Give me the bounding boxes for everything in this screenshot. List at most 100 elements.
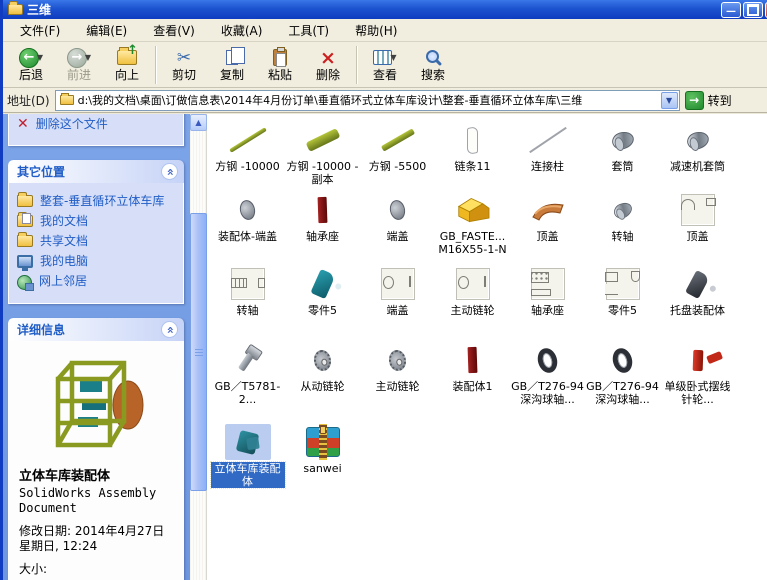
views-button[interactable]: ▼ 查看: [361, 43, 409, 87]
menu-help[interactable]: 帮助(H): [342, 19, 410, 42]
delete-file-task[interactable]: ✕ 删除这个文件: [17, 114, 177, 135]
file-grid: 方钢 -10000 方钢 -10000 - 副本 方钢 -5500 链条11 连…: [209, 118, 735, 506]
file-item-selected[interactable]: 立体车库装配体: [209, 420, 286, 506]
square-steel-bar-icon: [380, 128, 415, 152]
file-item[interactable]: 轴承座: [510, 262, 585, 338]
title-bar[interactable]: 三维 — ✕: [3, 0, 767, 19]
vertical-scrollbar[interactable]: ▲ ▼: [190, 114, 207, 580]
sleeve-cylinder-icon: [609, 128, 636, 152]
my-documents-icon: [17, 212, 33, 227]
file-item[interactable]: 装配体-端盖: [210, 188, 285, 262]
square-steel-bar-icon: [228, 127, 267, 153]
details-file-type: SolidWorks Assembly Document: [19, 486, 157, 515]
menu-file[interactable]: 文件(F): [7, 19, 73, 42]
folder-icon: [8, 1, 23, 15]
combo-dropdown-icon[interactable]: ▼: [660, 91, 678, 109]
red-plate-icon: [467, 346, 478, 374]
file-item[interactable]: 方钢 -5500: [360, 118, 435, 188]
other-places-header[interactable]: 其它位置: [8, 160, 184, 183]
file-item[interactable]: 转轴: [210, 262, 285, 338]
file-item[interactable]: 端盖: [360, 262, 435, 338]
file-item[interactable]: 主动链轮: [435, 262, 510, 338]
file-item[interactable]: 轴承座: [285, 188, 360, 262]
cut-button[interactable]: ✂ 剪切: [160, 43, 208, 87]
file-item[interactable]: 装配体1: [435, 338, 510, 420]
red-x-icon: ×: [320, 46, 336, 69]
search-button[interactable]: 搜索: [409, 43, 457, 87]
address-path[interactable]: d:\我的文档\桌面\订做信息表\2014年4月份订单\垂直循环式立体车库设计\…: [78, 92, 661, 108]
red-gearbox-icon: [692, 349, 703, 371]
maximize-button[interactable]: [743, 1, 763, 18]
end-cap-disc-icon: [388, 198, 407, 222]
collapse-chevron-icon[interactable]: [161, 321, 178, 338]
menu-edit[interactable]: 编辑(E): [73, 19, 140, 42]
up-button[interactable]: 向上: [103, 43, 151, 87]
place-network[interactable]: 网上邻居: [17, 271, 177, 293]
address-bar: 地址(D) d:\我的文档\桌面\订做信息表\2014年4月份订单\垂直循环式立…: [3, 88, 767, 113]
go-arrow-icon: →: [684, 90, 704, 110]
parking-garage-assembly-icon: [235, 429, 260, 455]
menu-favorites[interactable]: 收藏(A): [208, 19, 276, 42]
toolbar: ←▼ 后退 →▼ 前进 向上 ✂ 剪切 复制 粘贴 × 删除 ▼: [3, 42, 767, 88]
file-item[interactable]: GB／T276-94 深沟球轴...: [510, 338, 585, 420]
chevron-down-icon[interactable]: ▼: [85, 53, 91, 62]
paste-button[interactable]: 粘贴: [256, 43, 304, 87]
drawing-document-icon: [680, 194, 715, 226]
file-item[interactable]: 端盖: [360, 188, 435, 262]
file-item[interactable]: 顶盖: [510, 188, 585, 262]
file-item[interactable]: 转轴: [585, 188, 660, 262]
file-item[interactable]: GB／T276-94 深沟球轴...: [585, 338, 660, 420]
search-icon: [423, 48, 443, 68]
file-item[interactable]: 托盘装配体: [660, 262, 735, 338]
file-item[interactable]: 减速机套筒: [660, 118, 735, 188]
folder-up-icon: [117, 43, 138, 65]
teal-bracket-icon: [309, 268, 336, 300]
go-button[interactable]: → 转到: [684, 90, 732, 110]
chevron-down-icon[interactable]: ▼: [37, 53, 43, 62]
drawing-document-icon: [605, 268, 640, 300]
file-item[interactable]: 从动链轮: [285, 338, 360, 420]
delete-button[interactable]: × 删除: [304, 43, 352, 87]
collapse-chevron-icon[interactable]: [161, 163, 178, 180]
details-header[interactable]: 详细信息: [8, 318, 184, 341]
scrollbar-thumb[interactable]: [190, 213, 207, 491]
other-places-panel: 其它位置 整套-垂直循环立体车库 我的文档 共享文档: [8, 160, 184, 304]
forward-icon: →: [66, 47, 87, 68]
top-cover-sheet-icon: [531, 203, 564, 221]
file-item[interactable]: 零件5: [585, 262, 660, 338]
place-shared-documents[interactable]: 共享文档: [17, 231, 177, 251]
file-item[interactable]: 方钢 -10000 - 副本: [285, 118, 360, 188]
chevron-down-icon[interactable]: ▼: [390, 53, 396, 62]
file-item[interactable]: 单级卧式摆线针轮...: [660, 338, 735, 420]
menu-view[interactable]: 查看(V): [140, 19, 208, 42]
toolbar-separator: [356, 45, 357, 84]
menu-tools[interactable]: 工具(T): [275, 19, 342, 42]
place-parent-folder[interactable]: 整套-垂直循环立体车库: [17, 191, 177, 211]
forward-button[interactable]: → ▼ 前进: [55, 43, 103, 87]
file-item[interactable]: GB_FASTE... M16X55-1-N: [435, 188, 510, 262]
file-item[interactable]: 连接柱: [510, 118, 585, 188]
back-button[interactable]: ← ▼ 后退: [7, 43, 55, 87]
fastener-bolt-icon: [457, 197, 489, 223]
minimize-button[interactable]: —: [721, 1, 741, 18]
winrar-archive-icon: [305, 427, 340, 457]
end-cap-disc-icon: [238, 198, 257, 222]
scroll-up-icon[interactable]: ▲: [190, 114, 207, 131]
file-item[interactable]: 套筒: [585, 118, 660, 188]
network-globe-icon: [17, 275, 34, 291]
copy-button[interactable]: 复制: [208, 43, 256, 87]
file-item[interactable]: 方钢 -10000: [210, 118, 285, 188]
file-item[interactable]: 顶盖: [660, 188, 735, 262]
file-item[interactable]: sanwei: [285, 420, 360, 506]
place-my-documents[interactable]: 我的文档: [17, 211, 177, 231]
details-modified-date: 修改日期: 2014年4月27日 星期日, 12:24: [19, 524, 165, 553]
address-combobox[interactable]: d:\我的文档\桌面\订做信息表\2014年4月份订单\垂直循环式立体车库设计\…: [54, 89, 680, 111]
file-item[interactable]: 零件5: [285, 262, 360, 338]
file-item[interactable]: 主动链轮: [360, 338, 435, 420]
file-item[interactable]: 链条11: [435, 118, 510, 188]
explorer-window: 三维 — ✕ 文件(F) 编辑(E) 查看(V) 收藏(A) 工具(T) 帮助(…: [0, 0, 767, 580]
copy-pages-icon: [226, 47, 245, 65]
place-my-computer[interactable]: 我的电脑: [17, 251, 177, 271]
toolbar-separator: [155, 45, 156, 84]
file-item[interactable]: GB／T5781-2...: [210, 338, 285, 420]
